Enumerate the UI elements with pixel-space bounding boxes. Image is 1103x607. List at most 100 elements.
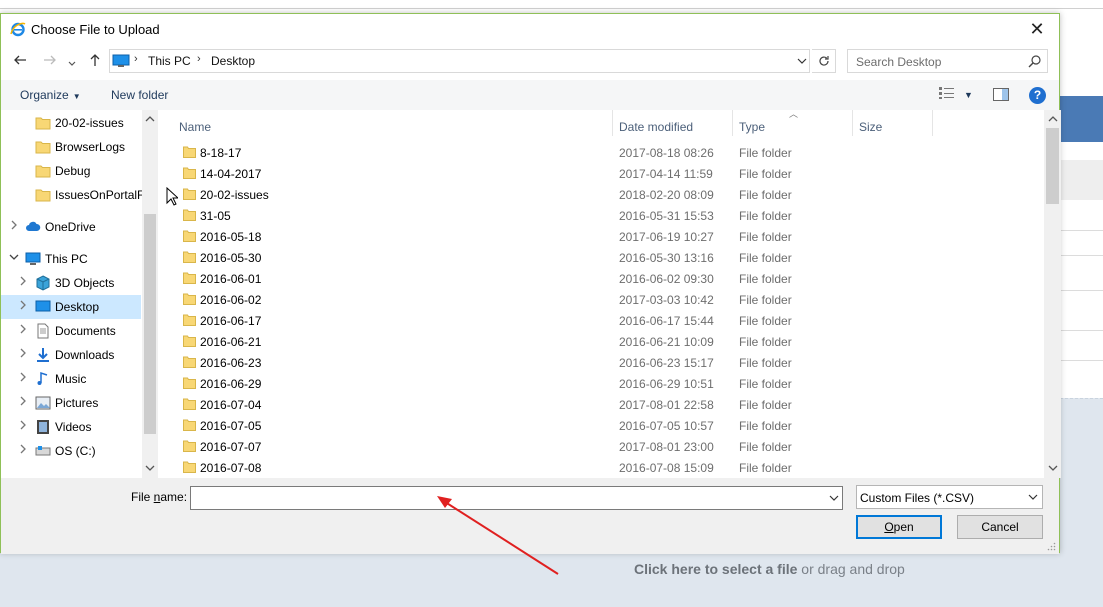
file-name-dropdown-icon[interactable] bbox=[829, 491, 839, 505]
nav-scroll-thumb[interactable] bbox=[144, 214, 156, 434]
scroll-up-icon[interactable] bbox=[1048, 115, 1058, 123]
date-modified-cell: 2016-06-29 10:51 bbox=[619, 377, 714, 391]
up-arrow-icon[interactable] bbox=[85, 52, 105, 72]
file-row[interactable]: 2016-05-30 2016-05-30 13:16 File folder bbox=[179, 247, 1039, 268]
picture-icon bbox=[35, 395, 51, 411]
file-row[interactable]: 20-02-issues 2018-02-20 08:09 File folder bbox=[179, 184, 1039, 205]
chevron-down-icon[interactable] bbox=[9, 252, 19, 265]
chevron-right-icon[interactable] bbox=[18, 396, 28, 409]
column-header-size[interactable]: Size bbox=[853, 110, 931, 136]
scroll-down-icon[interactable] bbox=[145, 464, 155, 472]
chevron-right-icon[interactable] bbox=[18, 420, 28, 433]
nav-item-label: Debug bbox=[55, 164, 91, 178]
nav-item[interactable]: Videos bbox=[1, 415, 141, 439]
change-view-icon[interactable] bbox=[938, 86, 956, 100]
file-row[interactable]: 2016-07-07 2017-08-01 23:00 File folder bbox=[179, 436, 1039, 457]
help-icon[interactable]: ? bbox=[1029, 87, 1046, 104]
address-bar[interactable]: › This PC › Desktop bbox=[109, 49, 810, 73]
file-upload-dialog: Choose File to Upload ✕ › This PC › Desk… bbox=[0, 13, 1061, 554]
search-input[interactable]: Search Desktop bbox=[847, 49, 1048, 73]
recent-locations-chevron-icon[interactable] bbox=[64, 52, 80, 72]
background-row-line bbox=[1060, 330, 1103, 331]
nav-item[interactable]: Debug bbox=[1, 159, 141, 183]
chevron-right-icon[interactable] bbox=[18, 372, 28, 385]
breadcrumb-this-pc[interactable]: This PC bbox=[148, 54, 191, 68]
nav-item-label: 3D Objects bbox=[55, 276, 115, 290]
nav-scrollbar[interactable] bbox=[142, 110, 158, 478]
file-row[interactable]: 2016-06-02 2017-03-03 10:42 File folder bbox=[179, 289, 1039, 310]
file-row[interactable]: 8-18-17 2017-08-18 08:26 File folder bbox=[179, 142, 1039, 163]
chevron-right-icon[interactable] bbox=[18, 276, 28, 289]
column-divider[interactable] bbox=[932, 110, 933, 136]
file-name-cell: 2016-07-07 bbox=[200, 440, 262, 454]
refresh-button[interactable] bbox=[812, 49, 836, 73]
nav-item[interactable]: OneDrive bbox=[1, 215, 141, 239]
file-row[interactable]: 2016-06-01 2016-06-02 09:30 File folder bbox=[179, 268, 1039, 289]
date-modified-cell: 2017-08-18 08:26 bbox=[619, 146, 714, 160]
file-row[interactable]: 31-05 2016-05-31 15:53 File folder bbox=[179, 205, 1039, 226]
background-header-panel bbox=[1060, 96, 1103, 142]
breadcrumb-separator-icon[interactable]: › bbox=[134, 53, 138, 65]
chevron-right-icon[interactable] bbox=[18, 348, 28, 361]
column-header-date[interactable]: Date modified bbox=[613, 110, 731, 136]
file-list-scrollbar[interactable] bbox=[1044, 110, 1061, 478]
resize-grip-icon[interactable] bbox=[1047, 542, 1056, 551]
back-arrow-icon[interactable] bbox=[10, 52, 30, 72]
scroll-up-icon[interactable] bbox=[145, 115, 155, 123]
preview-pane-icon[interactable] bbox=[993, 88, 1009, 101]
view-menu-caret-icon[interactable]: ▼ bbox=[964, 90, 973, 100]
nav-item[interactable]: 3D Objects bbox=[1, 271, 141, 295]
drop-zone-text[interactable]: Click here to select a file or drag and … bbox=[634, 561, 905, 577]
column-header-name[interactable]: Name bbox=[161, 110, 611, 136]
chevron-right-icon[interactable] bbox=[9, 220, 19, 233]
chevron-right-icon[interactable] bbox=[18, 324, 28, 337]
nav-item[interactable]: IssuesOnPortalFi bbox=[1, 183, 147, 207]
file-row[interactable]: 14-04-2017 2017-04-14 11:59 File folder bbox=[179, 163, 1039, 184]
file-row[interactable]: 2016-06-29 2016-06-29 10:51 File folder bbox=[179, 373, 1039, 394]
address-dropdown-icon[interactable] bbox=[797, 54, 807, 68]
nav-item[interactable]: 20-02-issues bbox=[1, 111, 141, 135]
nav-item[interactable]: Downloads bbox=[1, 343, 141, 367]
nav-item[interactable]: OS (C:) bbox=[1, 439, 141, 463]
nav-item[interactable]: Desktop bbox=[1, 295, 141, 319]
file-row[interactable]: 2016-06-21 2016-06-21 10:09 File folder bbox=[179, 331, 1039, 352]
search-icon[interactable] bbox=[1028, 54, 1042, 68]
close-button[interactable]: ✕ bbox=[1015, 14, 1059, 44]
file-row[interactable]: 2016-06-23 2016-06-23 15:17 File folder bbox=[179, 352, 1039, 373]
file-row[interactable]: 2016-07-04 2017-08-01 22:58 File folder bbox=[179, 394, 1039, 415]
file-row[interactable]: 2016-07-05 2016-07-05 10:57 File folder bbox=[179, 415, 1039, 436]
chevron-right-icon[interactable] bbox=[18, 300, 28, 313]
file-list: Name Date modified Type ︿ Size 8-18-17 20… bbox=[161, 110, 1061, 478]
folder-icon bbox=[183, 419, 196, 431]
type-cell: File folder bbox=[739, 146, 792, 160]
nav-item[interactable]: This PC bbox=[1, 247, 141, 271]
nav-item[interactable]: BrowserLogs bbox=[1, 135, 141, 159]
breadcrumb-desktop[interactable]: Desktop bbox=[211, 54, 255, 68]
nav-item-label: Downloads bbox=[55, 348, 115, 362]
type-cell: File folder bbox=[739, 167, 792, 181]
chevron-right-icon[interactable] bbox=[18, 444, 28, 457]
file-type-dropdown-icon[interactable] bbox=[1028, 490, 1038, 504]
nav-item[interactable]: Music bbox=[1, 367, 141, 391]
nav-item[interactable]: Documents bbox=[1, 319, 141, 343]
nav-item[interactable]: Pictures bbox=[1, 391, 141, 415]
scroll-down-icon[interactable] bbox=[1048, 464, 1058, 472]
file-row[interactable]: 2016-07-08 2016-07-08 15:09 File folder bbox=[179, 457, 1039, 478]
type-cell: File folder bbox=[739, 293, 792, 307]
file-row[interactable]: 2016-05-18 2017-06-19 10:27 File folder bbox=[179, 226, 1039, 247]
caret-down-icon: ▼ bbox=[72, 92, 81, 101]
file-list-scroll-thumb[interactable] bbox=[1046, 128, 1059, 204]
background-row-line bbox=[1060, 255, 1103, 256]
file-row[interactable]: 2016-06-17 2016-06-17 15:44 File folder bbox=[179, 310, 1039, 331]
open-button[interactable]: Open bbox=[856, 515, 942, 539]
cancel-button[interactable]: Cancel bbox=[957, 515, 1043, 539]
breadcrumb-separator-icon[interactable]: › bbox=[197, 53, 201, 65]
folder-icon bbox=[183, 461, 196, 473]
new-folder-button[interactable]: New folder bbox=[111, 88, 168, 102]
background-row-line bbox=[1060, 360, 1103, 361]
file-type-select[interactable]: Custom Files (*.CSV) bbox=[856, 485, 1043, 509]
this-pc-icon bbox=[112, 54, 130, 67]
forward-arrow-icon[interactable] bbox=[40, 52, 60, 72]
organize-button[interactable]: Organize ▼ bbox=[20, 88, 81, 102]
folder-icon bbox=[183, 398, 196, 410]
